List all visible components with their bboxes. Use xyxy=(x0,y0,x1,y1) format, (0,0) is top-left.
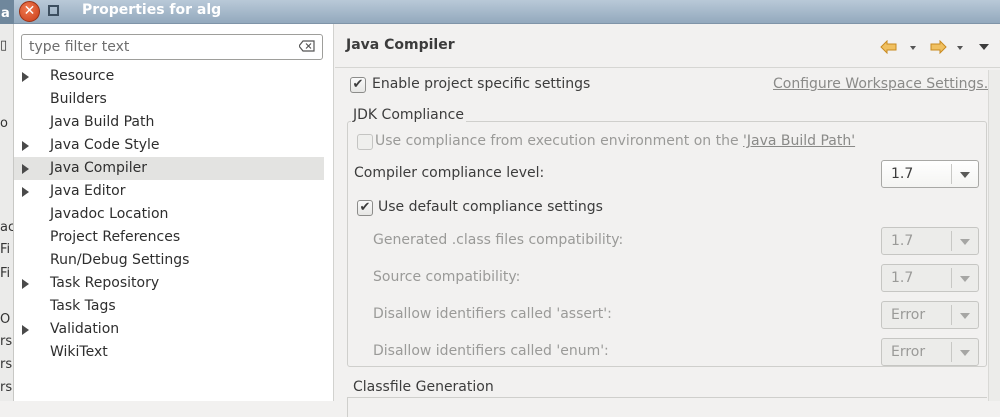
disallow-enum-select[interactable]: Error xyxy=(881,338,979,366)
classfile-generation-group xyxy=(347,397,987,417)
tree-item-label: Run/Debug Settings xyxy=(50,252,190,268)
tree-item-label: Java Build Path xyxy=(50,114,155,130)
page-title: Java Compiler xyxy=(346,37,455,53)
forward-dropdown-icon[interactable] xyxy=(956,45,964,51)
generated-class-label: Generated .class files compatibility: xyxy=(373,232,624,248)
edge-text: o xyxy=(0,116,8,131)
enable-project-settings-label: Enable project specific settings xyxy=(372,76,591,92)
disallow-assert-value: Error xyxy=(891,307,926,323)
generated-class-value: 1.7 xyxy=(891,233,914,249)
tree-item-label: Resource xyxy=(50,68,115,84)
tree-item-label: Javadoc Location xyxy=(50,206,169,222)
tree-item-resource[interactable]: Resource xyxy=(14,65,324,88)
combo-separator xyxy=(951,164,952,184)
edge-text: Fi xyxy=(0,266,11,281)
generated-class-select[interactable]: 1.7 xyxy=(881,227,979,255)
tree-item-java-compiler[interactable]: Java Compiler xyxy=(14,157,324,180)
tree-item-task-tags[interactable]: Task Tags xyxy=(14,295,324,318)
expand-arrow-icon[interactable] xyxy=(22,72,29,82)
tree-item-java-editor[interactable]: Java Editor xyxy=(14,180,324,203)
maximize-button[interactable] xyxy=(48,5,59,16)
tree-item-run-debug-settings[interactable]: Run/Debug Settings xyxy=(14,249,324,272)
java-build-path-link[interactable]: 'Java Build Path' xyxy=(743,133,855,149)
compliance-level-label: Compiler compliance level: xyxy=(354,165,545,181)
use-execution-environment-text: Use compliance from execution environmen… xyxy=(375,133,744,149)
forward-arrow-icon[interactable] xyxy=(929,40,947,54)
tree-item-javadoc-location[interactable]: Javadoc Location xyxy=(14,203,324,226)
edge-text: ac xyxy=(0,220,14,235)
clear-icon[interactable] xyxy=(299,40,315,52)
edge-text: O xyxy=(0,312,11,327)
enable-project-settings-checkbox[interactable]: ✔ xyxy=(350,77,366,93)
filter-input[interactable]: type filter text xyxy=(21,34,323,60)
tree-item-label: Task Tags xyxy=(50,298,116,314)
expand-arrow-icon[interactable] xyxy=(22,141,29,151)
tree-item-builders[interactable]: Builders xyxy=(14,88,324,111)
combo-separator xyxy=(951,305,952,325)
disallow-enum-label: Disallow identifiers called 'enum': xyxy=(373,343,609,359)
use-execution-environment-label: Use compliance from execution environmen… xyxy=(375,133,855,149)
combo-separator xyxy=(951,342,952,362)
expand-arrow-icon[interactable] xyxy=(22,164,29,174)
edge-text: rs xyxy=(0,380,13,395)
disallow-enum-value: Error xyxy=(891,344,926,360)
tree-item-label: Java Code Style xyxy=(50,137,160,153)
tree-item-label: Java Editor xyxy=(50,183,126,199)
preference-tree-panel: type filter text Resource Builders Java … xyxy=(14,24,334,401)
chevron-down-icon xyxy=(960,239,970,245)
window-title: Properties for alg xyxy=(82,2,222,18)
chevron-down-icon xyxy=(960,172,970,178)
chevron-down-icon xyxy=(960,350,970,356)
tree-item-label: Task Repository xyxy=(50,275,160,291)
vertical-scrollbar[interactable] xyxy=(988,70,1000,401)
close-button[interactable]: ✕ xyxy=(19,1,40,22)
tree-item-wikitext[interactable]: WikiText xyxy=(14,341,324,364)
tree-item-validation[interactable]: Validation xyxy=(14,318,324,341)
edge-text: rs xyxy=(0,334,13,349)
header-separator xyxy=(335,67,1000,68)
expand-arrow-icon[interactable] xyxy=(22,279,29,289)
chevron-down-icon xyxy=(960,313,970,319)
property-page: Java Compiler ✔ Enable project specific … xyxy=(335,24,1000,417)
disallow-assert-label: Disallow identifiers called 'assert': xyxy=(373,306,612,322)
source-compatibility-label: Source compatibility: xyxy=(373,269,521,285)
background-window-edge: ▯ o ac Fi Fi O rs rs rs xyxy=(0,24,14,401)
expand-arrow-icon[interactable] xyxy=(22,325,29,335)
edge-text: Fi xyxy=(0,242,11,257)
use-default-compliance-checkbox[interactable]: ✔ xyxy=(357,200,373,216)
combo-separator xyxy=(951,268,952,288)
tree-item-project-references[interactable]: Project References xyxy=(14,226,324,249)
source-compatibility-value: 1.7 xyxy=(891,270,914,286)
disallow-assert-select[interactable]: Error xyxy=(881,301,979,329)
back-dropdown-icon[interactable] xyxy=(909,45,917,51)
compliance-level-value: 1.7 xyxy=(891,166,914,182)
use-execution-environment-checkbox[interactable] xyxy=(357,134,373,150)
configure-workspace-settings-link[interactable]: Configure Workspace Settings... xyxy=(773,76,997,92)
tree-item-label: Builders xyxy=(50,91,107,107)
tree-item-label: WikiText xyxy=(50,344,108,360)
use-default-compliance-label: Use default compliance settings xyxy=(378,199,603,215)
tree-item-java-build-path[interactable]: Java Build Path xyxy=(14,111,324,134)
expand-arrow-icon[interactable] xyxy=(22,187,29,197)
compliance-level-select[interactable]: 1.7 xyxy=(881,160,979,188)
tree-item-label: Java Compiler xyxy=(50,160,148,176)
edge-text: rs xyxy=(0,357,13,372)
jdk-compliance-title: JDK Compliance xyxy=(351,107,466,123)
chevron-down-icon xyxy=(960,276,970,282)
classfile-generation-title: Classfile Generation xyxy=(351,379,496,395)
tree-item-label: Validation xyxy=(50,321,120,337)
edge-text: ▯ xyxy=(0,38,8,53)
background-window-fragment: a xyxy=(0,0,14,24)
title-bar: a ✕ Properties for alg xyxy=(0,0,1000,24)
view-menu-icon[interactable] xyxy=(979,43,989,51)
combo-separator xyxy=(951,231,952,251)
tree-item-task-repository[interactable]: Task Repository xyxy=(14,272,324,295)
tree-item-label: Project References xyxy=(50,229,181,245)
tree-item-java-code-style[interactable]: Java Code Style xyxy=(14,134,324,157)
back-arrow-icon[interactable] xyxy=(880,40,898,54)
source-compatibility-select[interactable]: 1.7 xyxy=(881,264,979,292)
